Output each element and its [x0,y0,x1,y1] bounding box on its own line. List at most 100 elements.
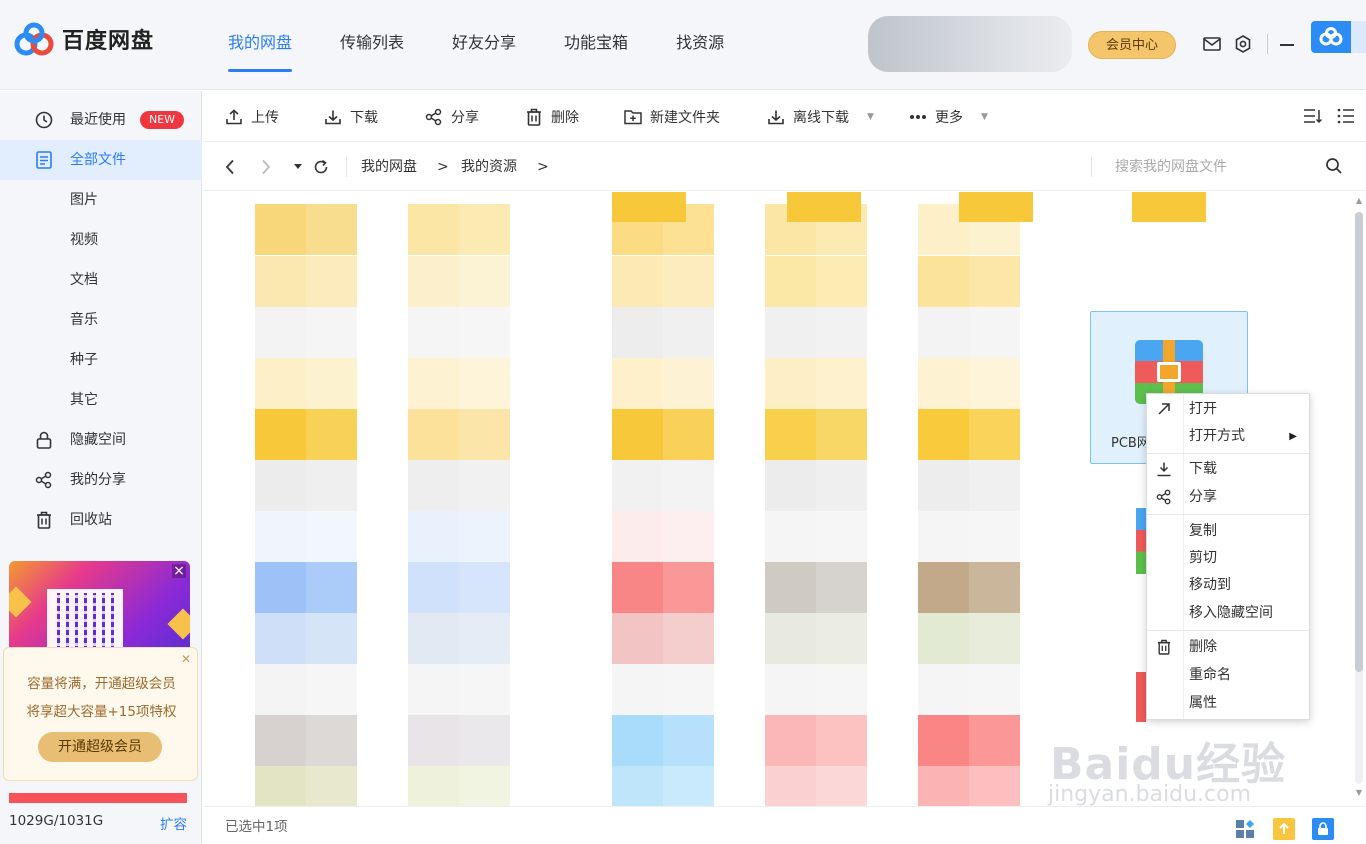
blurred-file-tile[interactable] [918,307,969,358]
minimize-button[interactable] [1280,44,1294,46]
blurred-file-tile[interactable] [765,460,816,511]
breadcrumb-my-drive[interactable]: 我的网盘 [361,143,417,191]
history-dropdown-icon[interactable] [289,157,307,177]
sidebar-item-recycle-bin[interactable]: 回收站 [0,500,202,540]
blurred-file-tile[interactable] [408,204,459,255]
blurred-file-tile[interactable] [969,256,1020,307]
sidebar-item-videos[interactable]: 视频 [0,220,202,260]
blurred-file-tile[interactable] [612,358,663,409]
blurred-file-tile[interactable] [306,715,357,766]
blurred-file-tile[interactable] [663,307,714,358]
blurred-file-tile[interactable] [459,409,510,460]
blurred-file-tile[interactable] [816,715,867,766]
blurred-file-tile[interactable] [969,307,1020,358]
blurred-file-tile[interactable] [306,664,357,715]
scroll-down-icon[interactable]: ▼ [1355,788,1363,798]
blurred-file-tile[interactable] [255,562,306,613]
blurred-file-tile[interactable] [969,358,1020,409]
blurred-file-tile[interactable] [408,613,459,664]
blurred-file-tile[interactable] [969,511,1020,562]
search-input[interactable]: 搜索我的网盘文件 [1115,143,1227,191]
blurred-file-tile[interactable] [969,715,1020,766]
back-arrow-icon[interactable] [221,157,239,177]
blurred-file-tile[interactable] [306,562,357,613]
chevron-down-icon[interactable]: ▼ [981,112,988,122]
blurred-file-tile[interactable] [816,613,867,664]
sidebar-item-documents[interactable]: 文档 [0,260,202,300]
blurred-file-tile[interactable] [408,562,459,613]
blurred-file-tile[interactable] [816,460,867,511]
sidebar-item-torrents[interactable]: 种子 [0,340,202,380]
blurred-file-tile[interactable] [663,613,714,664]
download-button[interactable]: 下载 [324,91,378,142]
nav-find-resources[interactable]: 找资源 [676,0,724,90]
scroll-thumb[interactable] [1355,212,1363,672]
menu-item-open-with[interactable]: 打开方式 ▶ [1147,423,1309,450]
open-super-vip-button[interactable]: 开通超级会员 [38,732,162,762]
blurred-file-tile[interactable] [459,562,510,613]
blurred-file-tile[interactable] [459,511,510,562]
blurred-file-tile[interactable] [918,409,969,460]
blurred-file-tile[interactable] [612,460,663,511]
nav-toolbox[interactable]: 功能宝箱 [564,0,628,90]
mail-icon[interactable] [1202,34,1222,54]
blurred-file-tile[interactable] [765,409,816,460]
menu-item-move-to-hidden-space[interactable]: 移入隐藏空间 [1147,600,1309,627]
more-button[interactable]: 更多 ▼ [909,91,988,142]
blurred-file-tile[interactable] [765,358,816,409]
blurred-file-tile[interactable] [663,511,714,562]
blurred-file-tile[interactable] [408,766,459,806]
blurred-file-tile[interactable] [306,256,357,307]
blurred-file-tile[interactable] [663,460,714,511]
blurred-file-tile[interactable] [918,358,969,409]
blurred-file-tile[interactable] [918,766,969,806]
blurred-file-tile[interactable] [918,256,969,307]
scrollbar[interactable] [1355,212,1363,784]
blurred-file-tile[interactable] [612,409,663,460]
menu-item-cut[interactable]: 剪切 [1147,545,1309,572]
search-icon[interactable] [1325,157,1345,177]
blurred-file-tile[interactable] [255,358,306,409]
blurred-file-tile[interactable] [459,256,510,307]
sidebar-item-other[interactable]: 其它 [0,380,202,420]
menu-item-delete[interactable]: 删除 [1147,634,1309,661]
blurred-file-tile[interactable] [816,511,867,562]
lock-icon[interactable] [1312,818,1334,840]
scroll-up-icon[interactable]: ▲ [1355,196,1363,206]
blurred-file-tile[interactable] [255,511,306,562]
blurred-file-tile[interactable] [918,511,969,562]
menu-item-move-to[interactable]: 移动到 [1147,572,1309,599]
blurred-file-tile[interactable] [816,562,867,613]
nav-friend-share[interactable]: 好友分享 [452,0,516,90]
blurred-file-tile[interactable] [969,409,1020,460]
blurred-file-tile[interactable] [816,664,867,715]
blurred-file-tile[interactable] [969,766,1020,806]
refresh-icon[interactable] [312,157,330,177]
blurred-file-tile[interactable] [612,307,663,358]
menu-item-copy[interactable]: 复制 [1147,518,1309,545]
nav-transfer-list[interactable]: 传输列表 [340,0,404,90]
menu-item-rename[interactable]: 重命名 [1147,662,1309,689]
upload-button[interactable]: 上传 [225,91,279,142]
blurred-file-tile[interactable] [408,511,459,562]
nav-my-drive[interactable]: 我的网盘 [228,0,293,90]
blurred-file-tile[interactable] [255,460,306,511]
blurred-file-tile[interactable] [969,613,1020,664]
blurred-file-tile[interactable] [816,256,867,307]
blurred-file-tile[interactable] [306,613,357,664]
blurred-file-tile[interactable] [765,613,816,664]
sidebar-item-my-shares[interactable]: 我的分享 [0,460,202,500]
menu-item-share[interactable]: 分享 [1147,484,1309,511]
blurred-file-tile[interactable] [255,307,306,358]
blurred-file-tile[interactable] [306,204,357,255]
blurred-file-tile[interactable] [816,766,867,806]
blurred-file-tile[interactable] [408,307,459,358]
blurred-file-tile[interactable] [459,358,510,409]
blurred-file-tile[interactable] [408,664,459,715]
blurred-file-tile[interactable] [408,358,459,409]
blurred-file-tile[interactable] [663,664,714,715]
blurred-file-tile[interactable] [255,256,306,307]
blurred-file-tile[interactable] [663,256,714,307]
sidebar-item-all-files[interactable]: 全部文件 [0,140,202,180]
sidebar-item-music[interactable]: 音乐 [0,300,202,340]
